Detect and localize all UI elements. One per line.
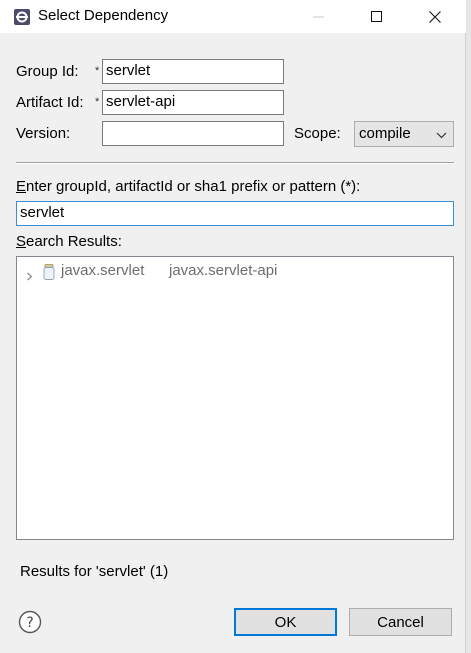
search-results-tree[interactable]: javax.servlet javax.servlet-api [16,256,454,540]
svg-text:?: ? [26,615,33,631]
artifact-id-label: Artifact Id: [16,94,84,111]
window-title: Select Dependency [38,7,169,24]
close-icon [429,10,441,23]
eclipse-icon [13,8,31,26]
scope-selected-value: compile [359,125,411,142]
chevron-down-icon [436,128,447,139]
artifact-id-field[interactable]: servlet-api [102,90,284,115]
version-field[interactable] [102,121,284,146]
close-button[interactable] [412,0,458,33]
separator [16,162,454,164]
version-label: Version: [16,125,71,142]
maximize-button[interactable] [354,0,400,33]
help-icon[interactable]: ? [18,610,42,634]
artifact-id-required-marker: * [95,96,100,108]
minimize-button[interactable] [296,0,342,33]
select-dependency-dialog: Select Dependency Group Id: * servlet Ar… [0,0,466,653]
maximize-icon [371,10,382,22]
jar-icon [43,264,55,280]
minimize-icon [313,16,324,17]
search-query-label: Enter groupId, artifactId or sha1 prefix… [16,178,361,195]
ok-button[interactable]: OK [234,608,337,636]
results-status-text: Results for 'servlet' (1) [20,563,169,580]
background-window-edge [466,0,471,653]
group-id-field[interactable]: servlet [102,59,284,84]
chevron-right-icon[interactable] [25,268,34,281]
result-group-id: javax.servlet [61,262,145,279]
scope-dropdown[interactable]: compile [354,121,454,147]
scope-label: Scope: [294,125,341,142]
title-bar[interactable]: Select Dependency [0,0,466,33]
group-id-required-marker: * [95,65,100,77]
result-artifact-id: javax.servlet-api [169,262,278,279]
cancel-button[interactable]: Cancel [349,608,452,636]
search-input[interactable]: servlet [16,201,454,226]
group-id-label: Group Id: [16,63,79,80]
search-results-label: Search Results: [16,233,122,250]
